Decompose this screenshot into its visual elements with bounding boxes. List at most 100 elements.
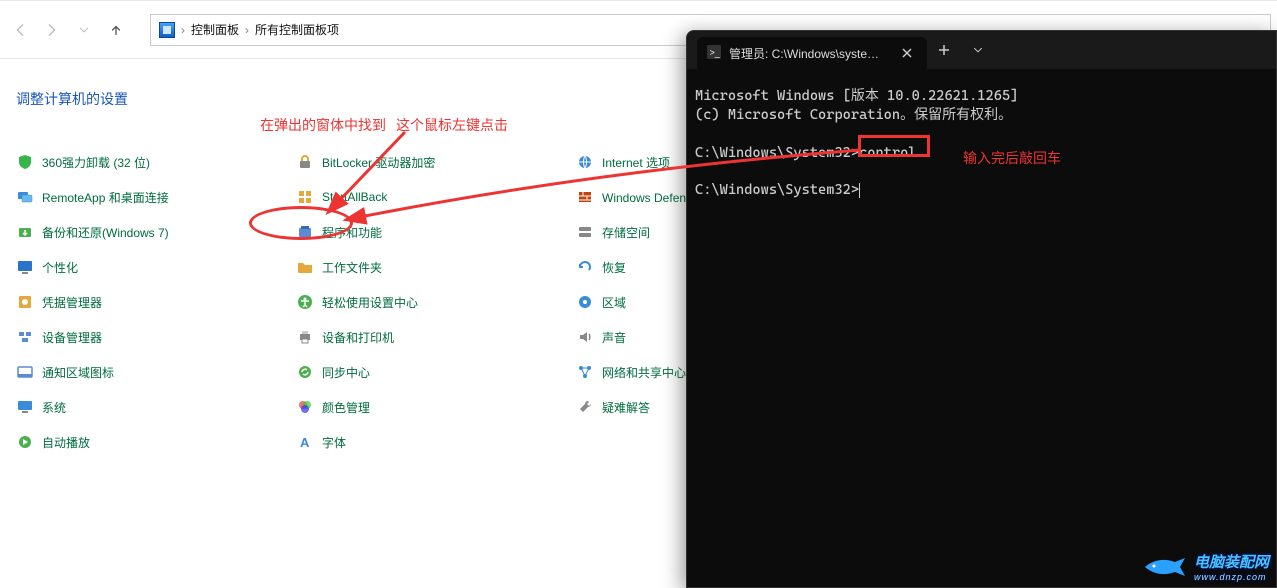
sync-icon [296,363,314,381]
cp-item-color-management[interactable]: 颜色管理 [294,394,514,420]
printer-icon [296,328,314,346]
chevron-right-icon: › [245,23,249,37]
cp-item-ease-of-access[interactable]: 轻松使用设置中心 [294,289,514,315]
item-label: 通知区域图标 [42,364,114,381]
item-label: 同步中心 [322,364,370,381]
item-label: BitLocker 驱动器加密 [322,154,435,171]
cp-item-notification-area[interactable]: 通知区域图标 [14,359,234,385]
firewall-icon [576,188,594,206]
color-icon [296,398,314,416]
folder-icon [296,258,314,276]
item-label: 个性化 [42,259,78,276]
terminal-titlebar[interactable]: >_ 管理员: C:\Windows\system32 [687,31,1276,69]
cp-item-device-manager[interactable]: 设备管理器 [14,324,234,350]
item-label: 工作文件夹 [322,259,382,276]
cp-item-360-uninstall[interactable]: 360强力卸载 (32 位) [14,149,234,175]
item-label: 字体 [322,434,346,451]
breadcrumb[interactable]: 控制面板 [191,21,239,38]
cp-item-fonts[interactable]: A 字体 [294,429,514,455]
cursor-icon [859,183,860,198]
item-label: 自动播放 [42,434,90,451]
items-column: BitLocker 驱动器加密 StartAllBack 程序和功能 工作文件夹… [294,149,514,464]
svg-text:A: A [300,435,310,450]
item-label: 备份和还原(Windows 7) [42,224,169,241]
cp-item-autoplay[interactable]: 自动播放 [14,429,234,455]
device-manager-icon [16,328,34,346]
cmd-icon: >_ [707,45,721,62]
cp-item-credentials[interactable]: 凭据管理器 [14,289,234,315]
chevron-right-icon: › [181,23,185,37]
tab-dropdown-button[interactable] [961,31,995,69]
term-line: (c) Microsoft Corporation。保留所有权利。 [695,107,1012,123]
new-tab-button[interactable] [927,31,961,69]
terminal-tab[interactable]: >_ 管理员: C:\Windows\system32 [697,37,927,69]
item-label: 存储空间 [602,224,650,241]
cp-item-bitlocker[interactable]: BitLocker 驱动器加密 [294,149,514,175]
nav-recent-dropdown[interactable] [70,16,98,44]
item-label: 声音 [602,329,626,346]
font-icon: A [296,433,314,451]
annotation-text: 在弹出的窗体中找到 这个鼠标左键点击 [260,115,508,135]
watermark: 电脑装配网 www.dnzp.com [1140,551,1269,582]
shield-icon [16,153,34,171]
item-label: 网络和共享中心 [602,364,686,381]
network-icon [576,363,594,381]
region-icon [576,293,594,311]
watermark-text: 电脑装配网 [1194,551,1269,572]
remote-icon [16,188,34,206]
terminal-window: >_ 管理员: C:\Windows\system32 Microsoft Wi… [686,30,1277,588]
safe-icon [16,293,34,311]
item-label: 轻松使用设置中心 [322,294,418,311]
lock-icon [296,153,314,171]
recovery-icon [576,258,594,276]
nav-forward-button[interactable] [38,16,66,44]
cp-item-startallback[interactable]: StartAllBack [294,184,514,210]
item-label: StartAllBack [322,190,387,204]
item-label: 程序和功能 [322,224,382,241]
cp-item-devices-printers[interactable]: 设备和打印机 [294,324,514,350]
term-command: control [859,145,916,161]
svg-text:>_: >_ [710,47,720,57]
accessibility-icon [296,293,314,311]
fish-icon [1140,556,1190,578]
watermark-sub: www.dnzp.com [1194,572,1269,582]
term-prompt: C:\Windows\System32> [695,145,859,161]
item-label: 疑难解答 [602,399,650,416]
wrench-icon [576,398,594,416]
personalization-icon [16,258,34,276]
item-label: 系统 [42,399,66,416]
cp-item-system[interactable]: 系统 [14,394,234,420]
item-label: 设备管理器 [42,329,102,346]
autoplay-icon [16,433,34,451]
item-label: 恢复 [602,259,626,276]
cp-item-personalization[interactable]: 个性化 [14,254,234,280]
term-prompt: C:\Windows\System32> [695,182,859,198]
item-label: 颜色管理 [322,399,370,416]
programs-icon [296,223,314,241]
cp-item-backup[interactable]: 备份和还原(Windows 7) [14,219,234,245]
item-label: 360强力卸载 (32 位) [42,154,150,171]
item-label: 凭据管理器 [42,294,102,311]
tab-close-button[interactable] [897,43,917,63]
item-label: RemoteApp 和桌面连接 [42,189,169,206]
breadcrumb[interactable]: 所有控制面板项 [255,21,339,38]
items-column: 360强力卸载 (32 位) RemoteApp 和桌面连接 备份和还原(Win… [14,149,234,464]
speaker-icon [576,328,594,346]
cp-item-sync-center[interactable]: 同步中心 [294,359,514,385]
taskbar-icon [16,363,34,381]
nav-up-button[interactable] [102,16,130,44]
globe-icon [576,153,594,171]
term-line: Microsoft Windows [版本 10.0.22621.1265] [695,88,1018,104]
item-label: Internet 选项 [602,154,670,171]
control-panel-icon [159,22,175,38]
cp-item-remoteapp[interactable]: RemoteApp 和桌面连接 [14,184,234,210]
item-label: 区域 [602,294,626,311]
cp-item-programs-features[interactable]: 程序和功能 [294,219,514,245]
nav-back-button[interactable] [6,16,34,44]
terminal-output[interactable]: Microsoft Windows [版本 10.0.22621.1265] (… [687,69,1276,587]
tab-title: 管理员: C:\Windows\system32 [729,45,889,62]
start-icon [296,188,314,206]
storage-icon [576,223,594,241]
cp-item-work-folders[interactable]: 工作文件夹 [294,254,514,280]
item-label: 设备和打印机 [322,329,394,346]
